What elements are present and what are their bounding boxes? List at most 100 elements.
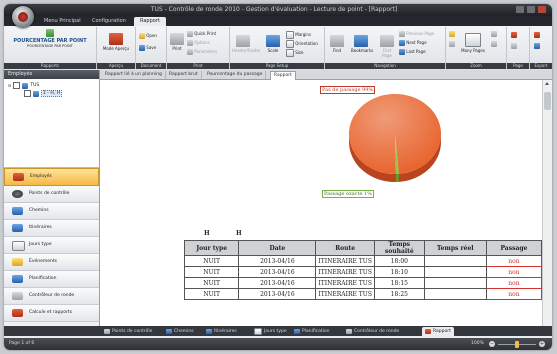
collapse-icon[interactable]: ⊟ [8, 83, 11, 88]
many-pages-button[interactable]: Many Pages [460, 33, 486, 53]
printer-icon [170, 33, 184, 45]
bookmarks-button[interactable]: Bookmarks [351, 35, 373, 53]
zoom-out-button[interactable] [491, 41, 497, 47]
size-label: Size [295, 50, 304, 55]
watermark-button[interactable] [511, 43, 517, 49]
zoom-value: 100% [471, 341, 484, 346]
parameters-label: Parameters [194, 49, 218, 54]
page-margin [100, 80, 153, 326]
nav-item-checkpoints[interactable]: Points de contrôle [4, 186, 99, 203]
print-button[interactable]: Print [169, 33, 185, 51]
margins-button[interactable]: Margins [286, 31, 311, 39]
group-label: Rapports [4, 63, 96, 69]
scroll-up-icon[interactable] [545, 82, 549, 85]
cell-route: ITINERAIRE TUS [315, 288, 375, 300]
checkbox-icon[interactable] [13, 82, 21, 89]
tree-node-root[interactable]: ⊟ TUS [8, 82, 39, 89]
header-footer-button[interactable]: Header/Footer [232, 35, 261, 53]
many-pages-icon [465, 33, 481, 47]
nav-item-itineraries[interactable]: Itinéraires [4, 220, 99, 237]
nav-item-reports[interactable]: Calcule et rapports [4, 305, 99, 322]
export-button[interactable] [534, 32, 540, 38]
tab-rapport[interactable]: Rapport [134, 17, 166, 26]
nav-item-paths[interactable]: Chemins [4, 203, 99, 220]
find-button[interactable]: Find [329, 35, 345, 53]
bottom-tab-label: Points de contrôle [112, 329, 153, 334]
hand-icon [449, 41, 455, 47]
many-pages-label: Many Pages [461, 48, 485, 53]
cell-day-type: NUIT [183, 266, 240, 278]
doc-tab-report[interactable]: Rapport [270, 71, 296, 80]
first-page-label: First Page [382, 48, 392, 58]
tab-configuration[interactable]: Configuration [86, 17, 132, 26]
bottom-tab-round-controller[interactable]: Contrôleur de ronde [346, 327, 399, 336]
reports-icon [12, 309, 23, 317]
last-page-label: Last Page [406, 49, 426, 54]
tree-root-label: TUS [30, 83, 40, 88]
checkpoint-icon [104, 329, 110, 334]
nav-item-day-types[interactable]: Jours type [4, 237, 99, 254]
zoom-in-icon[interactable]: + [539, 341, 545, 347]
bottom-tab-checkpoints[interactable]: Points de contrôle [104, 327, 152, 336]
zoom-out-icon[interactable]: − [489, 341, 495, 347]
size-icon [286, 49, 294, 57]
tree-node-employee[interactable]: 1 - H, H [24, 90, 62, 97]
orientation-button[interactable]: Orientation [286, 40, 318, 48]
quick-print-icon [187, 31, 193, 37]
doc-tab-planning-report[interactable]: Rapport lié à un planning [102, 71, 166, 79]
next-page-button[interactable]: Next Page [399, 40, 427, 46]
report-selector[interactable]: POURCENTAGE PAR POINT POURCENTAGE PAR PO… [6, 29, 94, 48]
checkpoint-icon [12, 190, 23, 198]
open-button[interactable]: Open [139, 33, 157, 39]
nav-item-events[interactable]: Événements [4, 254, 99, 271]
print-options-button[interactable]: Options [187, 40, 210, 46]
ribbon-group-navigation: Find Bookmarks First Page Previous Page … [325, 27, 446, 69]
calendar-icon [254, 328, 262, 335]
size-button[interactable]: Size [286, 49, 304, 57]
cell-route: ITINERAIRE TUS [315, 277, 375, 289]
page-color-button[interactable] [511, 32, 517, 38]
bottom-tab-report[interactable]: Rapport [422, 327, 454, 336]
maximize-icon[interactable] [527, 6, 535, 13]
last-page-button[interactable]: Last Page [399, 49, 426, 55]
close-icon[interactable] [538, 6, 546, 13]
previous-page-button[interactable]: Previous Page [399, 31, 434, 37]
tab-menu-principal[interactable]: Menu Principal [38, 17, 87, 26]
minimize-icon[interactable] [516, 6, 524, 13]
quick-print-button[interactable]: Quick Print [187, 31, 216, 37]
nav-item-planning[interactable]: Planification [4, 271, 99, 288]
save-button[interactable]: Save [139, 45, 156, 51]
scale-button[interactable]: Scale [266, 35, 280, 53]
checkbox-icon[interactable] [24, 90, 31, 97]
app-menu-button[interactable] [12, 6, 34, 28]
nav-item-round-controller[interactable]: Contrôleur de ronde [4, 288, 99, 305]
bottom-tab-label: Planification [302, 329, 330, 334]
bottom-tab-planning[interactable]: Planification [294, 327, 330, 336]
vertical-scrollbar[interactable] [542, 80, 552, 326]
pointer-tool[interactable] [449, 31, 455, 37]
cell-actual-time [423, 255, 487, 267]
header-footer-label: Header/Footer [232, 48, 261, 53]
zoom-slider-thumb[interactable] [515, 341, 519, 348]
first-page-button[interactable]: First Page [379, 35, 395, 58]
scroll-thumb[interactable] [544, 92, 551, 110]
bottom-tab-itineraries[interactable]: Itinéraires [206, 327, 237, 336]
doc-tab-raw-report[interactable]: Rapport brut [166, 71, 202, 79]
bottom-tab-paths[interactable]: Chemins [166, 327, 194, 336]
print-parameters-button[interactable]: Parameters [187, 49, 217, 55]
zoom-in-button[interactable] [491, 31, 497, 37]
doc-tab-percentage[interactable]: Pourcentage du passage [204, 71, 267, 79]
cell-passage: non [485, 288, 543, 300]
bottom-tab-day-types[interactable]: Jours type [254, 327, 287, 336]
pie-label-no-passage: Pas de passage 99% [320, 86, 376, 94]
nav-label: Chemins [29, 208, 49, 213]
nav-label: Calcule et rapports [29, 310, 72, 315]
group-label: Print [167, 63, 229, 69]
col-date: Date [238, 240, 317, 256]
cell-passage: non [485, 255, 543, 267]
email-button[interactable] [534, 43, 540, 49]
nav-item-employees[interactable]: Employés [4, 168, 99, 186]
preview-mode-button[interactable]: Mode Aperçu [99, 33, 133, 51]
cell-day-type: NUIT [183, 255, 240, 267]
hand-tool[interactable] [449, 41, 455, 47]
